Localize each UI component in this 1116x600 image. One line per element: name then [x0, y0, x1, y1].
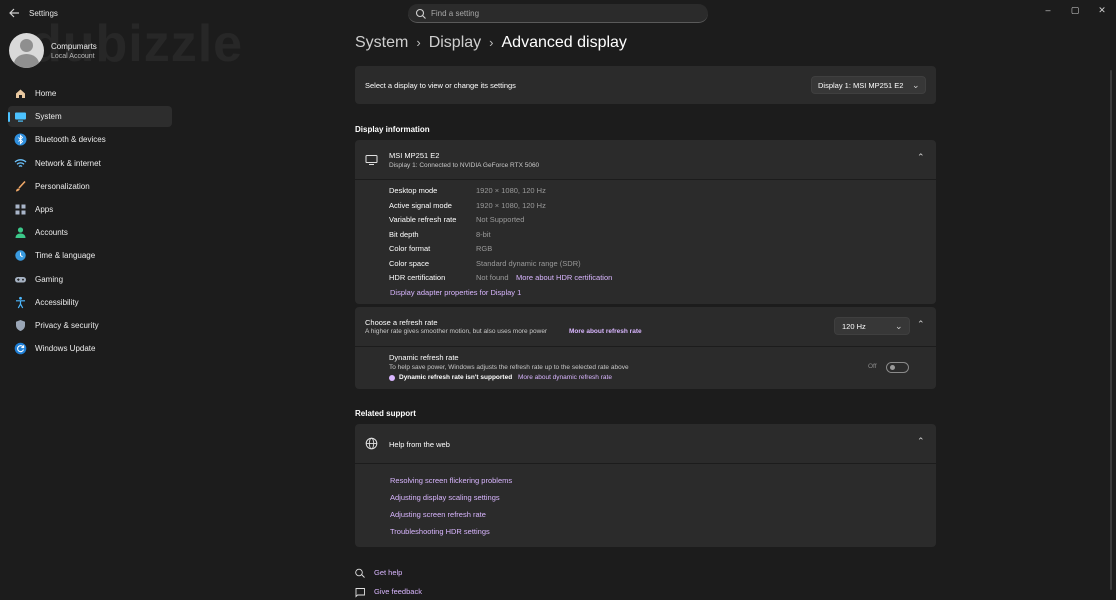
sidebar-item-personalization[interactable]: Personalization: [8, 176, 172, 197]
dynamic-refresh-card: Dynamic refresh rate To help save power,…: [355, 347, 936, 389]
help-link[interactable]: Adjusting screen refresh rate: [390, 510, 486, 519]
sidebar-item-network[interactable]: Network & internet: [8, 153, 172, 174]
sidebar-item-home[interactable]: Home: [8, 83, 172, 104]
refresh-rate-title: Choose a refresh rate: [365, 318, 438, 327]
help-link[interactable]: Troubleshooting HDR settings: [390, 527, 490, 536]
sidebar-item-accounts[interactable]: Accounts: [8, 222, 172, 243]
info-dot-icon: [389, 375, 395, 381]
page-title: Advanced display: [501, 34, 627, 51]
info-value: 1920 × 1080, 120 Hz: [476, 186, 546, 195]
monitor-connection: Display 1: Connected to NVIDIA GeForce R…: [389, 162, 540, 169]
info-label: Color format: [389, 244, 431, 253]
chevron-down-icon: ⌄: [895, 321, 903, 331]
display-select-label: Select a display to view or change its s…: [365, 81, 516, 90]
sidebar-item-bluetooth[interactable]: Bluetooth & devices: [8, 129, 172, 150]
dynamic-refresh-toggle[interactable]: [886, 362, 909, 373]
related-support-heading: Related support: [355, 409, 416, 418]
search-placeholder: Find a setting: [431, 9, 480, 18]
display-info-details: Desktop mode 1920 × 1080, 120 Hz Active …: [355, 180, 936, 304]
brush-icon: [14, 180, 27, 193]
refresh-rate-desc: A higher rate gives smoother motion, but…: [365, 328, 548, 335]
info-label: Desktop mode: [389, 186, 438, 195]
avatar: [9, 33, 44, 68]
profile-account-type: Local Account: [51, 53, 95, 60]
refresh-rate-card: Choose a refresh rate A higher rate give…: [355, 307, 936, 346]
feedback-icon: [355, 585, 366, 600]
breadcrumb-separator: ›: [416, 35, 421, 50]
chevron-up-icon[interactable]: ⌃: [917, 152, 925, 163]
info-label: Active signal mode: [389, 201, 452, 210]
search-icon: [415, 7, 427, 19]
help-web-title: Help from the web: [389, 440, 450, 449]
display-select-value: Display 1: MSI MP251 E2: [818, 81, 904, 90]
info-label: Variable refresh rate: [389, 215, 457, 224]
help-web-links: Resolving screen flickering problems Adj…: [355, 464, 936, 547]
display-select-card: Select a display to view or change its s…: [355, 66, 936, 104]
chevron-up-icon[interactable]: ⌃: [917, 436, 925, 447]
chevron-up-icon[interactable]: ⌃: [917, 319, 925, 330]
person-icon: [14, 226, 27, 239]
home-icon: [14, 87, 27, 100]
display-info-heading: Display information: [355, 125, 430, 134]
help-link[interactable]: Adjusting display scaling settings: [390, 493, 500, 502]
apps-icon: [14, 203, 27, 216]
info-value: RGB: [476, 244, 493, 253]
update-icon: [14, 342, 27, 355]
monitor-header[interactable]: MSI MP251 E2 Display 1: Connected to NVI…: [355, 140, 936, 179]
breadcrumb-system[interactable]: System: [355, 34, 408, 51]
maximize-button[interactable]: ▢: [1065, 4, 1085, 16]
info-label: HDR certification: [389, 273, 446, 282]
hdr-certification-link[interactable]: More about HDR certification: [516, 273, 612, 282]
monitor-icon: [14, 110, 27, 123]
breadcrumb: System › Display › Advanced display: [355, 34, 627, 52]
info-value: Not found: [476, 273, 509, 282]
shield-icon: [14, 319, 27, 332]
info-value: 8-bit: [476, 230, 491, 239]
wifi-icon: [14, 157, 27, 170]
info-label: Color space: [389, 259, 430, 268]
dynamic-refresh-link[interactable]: More about dynamic refresh rate: [518, 374, 612, 381]
display-adapter-link[interactable]: Display adapter properties for Display 1: [390, 288, 521, 297]
info-value: 1920 × 1080, 120 Hz: [476, 201, 546, 210]
help-link[interactable]: Resolving screen flickering problems: [390, 476, 512, 485]
help-web-header[interactable]: Help from the web ⌃: [355, 424, 936, 463]
back-arrow-icon[interactable]: [8, 7, 20, 21]
sidebar-nav: Home System Bluetooth & devices Network …: [8, 83, 172, 361]
refresh-rate-value: 120 Hz: [842, 322, 866, 331]
profile-name: Compumarts: [51, 42, 97, 51]
bluetooth-icon: [14, 133, 27, 146]
sidebar-item-privacy[interactable]: Privacy & security: [8, 315, 172, 336]
info-label: Bit depth: [389, 230, 419, 239]
sidebar-item-gaming[interactable]: Gaming: [8, 269, 172, 290]
search-input[interactable]: Find a setting: [408, 4, 708, 23]
breadcrumb-separator: ›: [489, 35, 494, 50]
sidebar-item-accessibility[interactable]: Accessibility: [8, 292, 172, 313]
toggle-state-label: Off: [868, 363, 877, 370]
gamepad-icon: [14, 273, 27, 286]
sidebar-item-system[interactable]: System: [8, 106, 172, 128]
dynamic-refresh-title: Dynamic refresh rate: [389, 353, 459, 362]
accessibility-icon: [14, 296, 27, 309]
monitor-icon: [365, 153, 378, 171]
sidebar-item-apps[interactable]: Apps: [8, 199, 172, 220]
globe-icon: [365, 437, 378, 455]
close-button[interactable]: ✕: [1092, 4, 1112, 16]
info-value: Not Supported: [476, 215, 525, 224]
scrollbar[interactable]: [1110, 70, 1112, 590]
sidebar-item-time-language[interactable]: Time & language: [8, 245, 172, 266]
monitor-name: MSI MP251 E2: [389, 151, 440, 160]
dynamic-refresh-warning: Dynamic refresh rate isn't supported: [399, 374, 513, 381]
breadcrumb-display[interactable]: Display: [429, 34, 481, 51]
info-value: Standard dynamic range (SDR): [476, 259, 581, 268]
refresh-rate-link[interactable]: More about refresh rate: [569, 328, 642, 335]
refresh-rate-dropdown[interactable]: 120 Hz ⌄: [834, 317, 910, 335]
chevron-down-icon: ⌄: [912, 80, 920, 90]
minimize-button[interactable]: –: [1038, 4, 1058, 16]
dynamic-refresh-desc: To help save power, Windows adjusts the …: [389, 364, 629, 371]
help-chat-icon: [355, 566, 366, 584]
globe-clock-icon: [14, 249, 27, 262]
sidebar-item-windows-update[interactable]: Windows Update: [8, 338, 172, 359]
display-select-dropdown[interactable]: Display 1: MSI MP251 E2 ⌄: [811, 76, 926, 94]
